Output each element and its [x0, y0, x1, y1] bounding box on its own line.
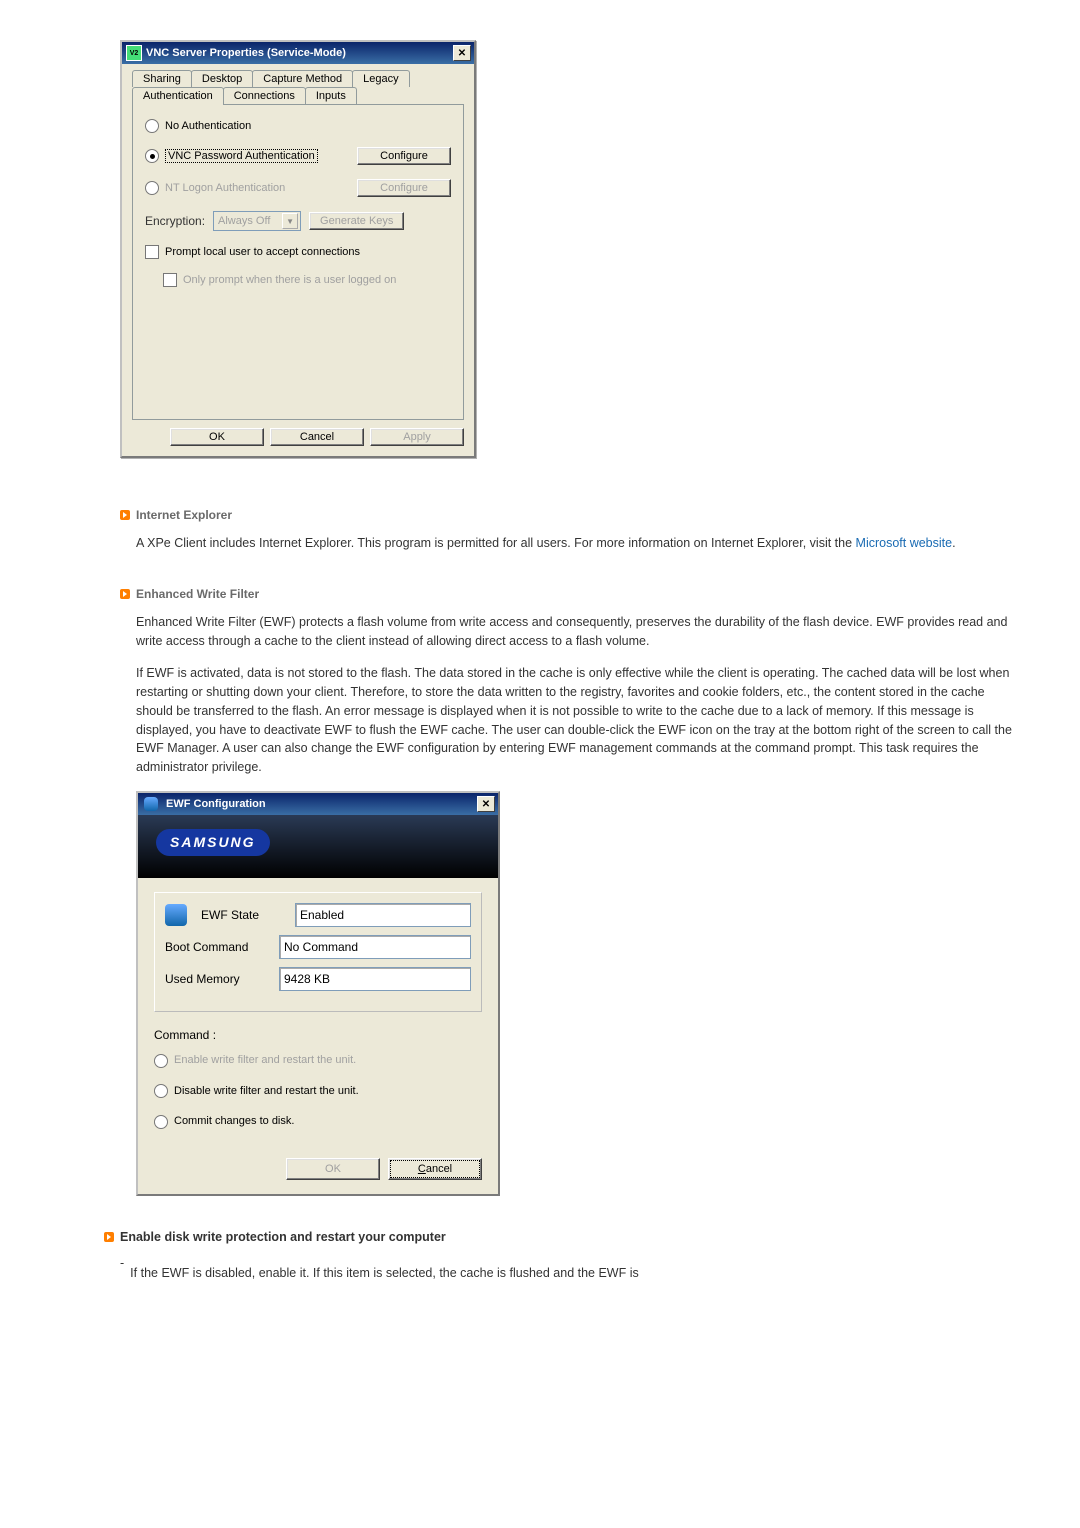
- encryption-value: Always Off: [218, 215, 270, 227]
- radio-icon: [145, 149, 159, 163]
- ok-button: OK: [286, 1158, 380, 1181]
- section-title: Enhanced Write Filter: [136, 587, 259, 601]
- checkbox-icon: [145, 245, 159, 259]
- command-label: Command :: [154, 1026, 482, 1044]
- encryption-label: Encryption:: [145, 214, 205, 228]
- radio-icon: [154, 1054, 168, 1068]
- configure-button[interactable]: Configure: [357, 147, 451, 165]
- cancel-text-rest: ancel: [426, 1163, 452, 1175]
- ewf-status-group: EWF State Enabled Boot Command No Comman…: [154, 892, 482, 1012]
- radio-disable-write-filter[interactable]: Disable write filter and restart the uni…: [154, 1083, 482, 1100]
- radio-icon: [154, 1115, 168, 1129]
- radio-label: Commit changes to disk.: [174, 1113, 294, 1130]
- dash-bullet: -: [120, 1254, 130, 1297]
- ie-body-text: A XPe Client includes Internet Explorer.…: [136, 536, 856, 550]
- section-title: Enable disk write protection and restart…: [120, 1230, 446, 1244]
- check-prompt-local-user[interactable]: Prompt local user to accept connections: [145, 245, 451, 259]
- microsoft-website-link[interactable]: Microsoft website: [856, 536, 953, 550]
- cancel-button[interactable]: Cancel: [388, 1158, 482, 1181]
- ewf-titlebar: EWF Configuration ✕: [138, 793, 498, 816]
- tab-authentication[interactable]: Authentication: [132, 87, 224, 105]
- ewf-paragraph-1: Enhanced Write Filter (EWF) protects a f…: [136, 613, 1020, 651]
- tab-connections[interactable]: Connections: [223, 87, 306, 105]
- radio-nt-logon-auth: NT Logon Authentication: [145, 181, 285, 195]
- ewf-paragraph-2: If EWF is activated, data is not stored …: [136, 664, 1020, 777]
- ewf-state-icon: [165, 904, 187, 926]
- ewf-state-label: EWF State: [201, 906, 285, 924]
- tab-sharing[interactable]: Sharing: [132, 70, 192, 87]
- radio-label: Enable write filter and restart the unit…: [174, 1052, 356, 1069]
- cancel-button[interactable]: Cancel: [270, 428, 364, 446]
- apply-button: Apply: [370, 428, 464, 446]
- ok-button[interactable]: OK: [170, 428, 264, 446]
- used-memory-label: Used Memory: [165, 970, 269, 988]
- close-icon[interactable]: ✕: [453, 45, 471, 61]
- ewf-state-value: Enabled: [295, 903, 471, 927]
- radio-icon: [145, 119, 159, 133]
- encryption-combo: Always Off ▼: [213, 211, 301, 231]
- radio-label: NT Logon Authentication: [165, 182, 285, 194]
- radio-icon: [154, 1084, 168, 1098]
- radio-enable-write-filter: Enable write filter and restart the unit…: [154, 1052, 482, 1069]
- section-internet-explorer: Internet Explorer A XPe Client includes …: [120, 508, 1020, 553]
- section-enable-disk-write-protection: Enable disk write protection and restart…: [120, 1230, 1020, 1297]
- radio-commit-changes[interactable]: Commit changes to disk.: [154, 1113, 482, 1130]
- vnc-titlebar: V2 VNC Server Properties (Service-Mode) …: [122, 42, 474, 64]
- ewf-configuration-dialog: EWF Configuration ✕ SAMSUNG EWF State En…: [136, 791, 500, 1197]
- samsung-logo: SAMSUNG: [156, 829, 270, 856]
- ewf-title-text: EWF Configuration: [166, 796, 266, 813]
- checkbox-icon: [163, 273, 177, 287]
- enable-body-text: If the EWF is disabled, enable it. If th…: [130, 1264, 639, 1283]
- bullet-icon: [120, 589, 130, 599]
- authentication-panel: No Authentication VNC Password Authentic…: [132, 104, 464, 420]
- ie-body-after: .: [952, 536, 955, 550]
- bullet-icon: [120, 510, 130, 520]
- section-enhanced-write-filter: Enhanced Write Filter Enhanced Write Fil…: [120, 587, 1020, 1197]
- radio-icon: [145, 181, 159, 195]
- generate-keys-button: Generate Keys: [309, 212, 404, 230]
- radio-label: Disable write filter and restart the uni…: [174, 1083, 359, 1100]
- boot-command-label: Boot Command: [165, 938, 269, 956]
- radio-label: No Authentication: [165, 120, 251, 132]
- radio-no-authentication[interactable]: No Authentication: [145, 119, 451, 133]
- vnc-app-icon: V2: [126, 45, 142, 61]
- chevron-down-icon: ▼: [282, 213, 298, 229]
- section-title: Internet Explorer: [136, 508, 232, 522]
- checkbox-label: Only prompt when there is a user logged …: [183, 274, 396, 286]
- radio-vnc-password-auth[interactable]: VNC Password Authentication: [145, 149, 318, 163]
- ewf-header-banner: SAMSUNG: [138, 815, 498, 878]
- used-memory-value: 9428 KB: [279, 967, 471, 991]
- tab-legacy[interactable]: Legacy: [352, 70, 409, 87]
- tab-capture-method[interactable]: Capture Method: [252, 70, 353, 87]
- close-icon[interactable]: ✕: [477, 796, 495, 812]
- vnc-server-properties-dialog: V2 VNC Server Properties (Service-Mode) …: [120, 40, 476, 458]
- bullet-icon: [104, 1232, 114, 1242]
- check-only-prompt-logged-on: Only prompt when there is a user logged …: [163, 273, 451, 287]
- vnc-title-text: VNC Server Properties (Service-Mode): [146, 47, 346, 59]
- ewf-app-icon: [144, 797, 158, 811]
- checkbox-label: Prompt local user to accept connections: [165, 246, 360, 258]
- tab-desktop[interactable]: Desktop: [191, 70, 253, 87]
- configure-button-disabled: Configure: [357, 179, 451, 197]
- boot-command-value: No Command: [279, 935, 471, 959]
- radio-label: VNC Password Authentication: [165, 149, 318, 163]
- tab-inputs[interactable]: Inputs: [305, 87, 357, 105]
